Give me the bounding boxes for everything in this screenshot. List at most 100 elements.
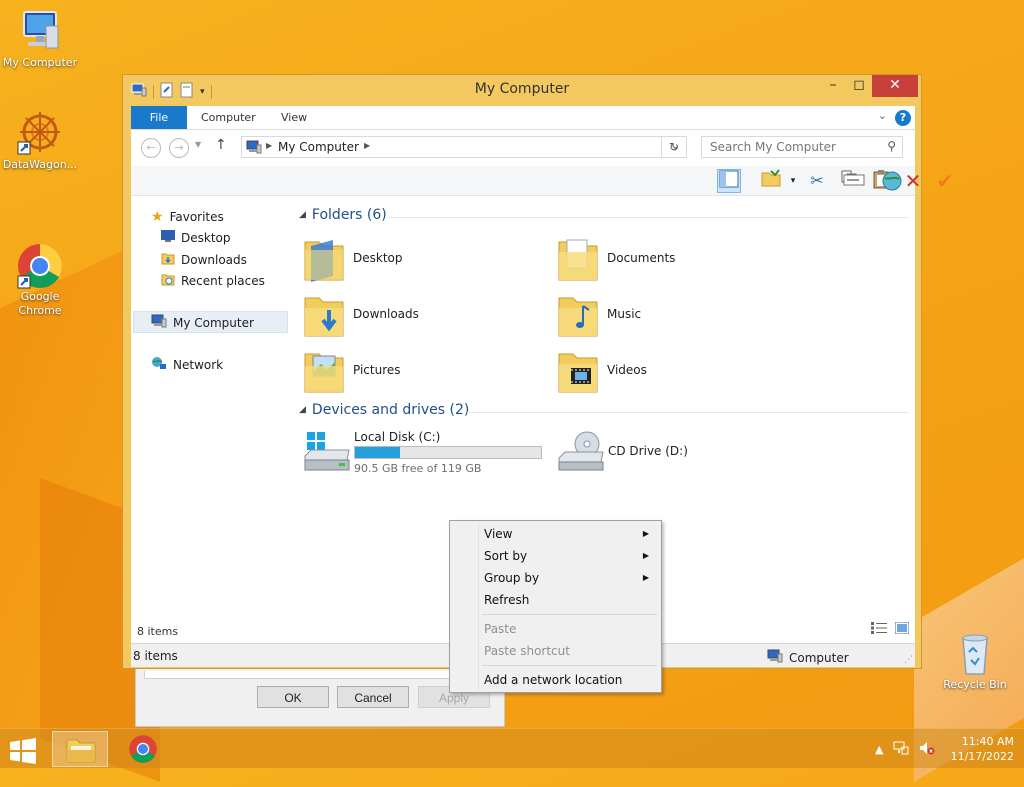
items-count-inner: 8 items — [137, 625, 179, 638]
nav-item-favorites[interactable]: ★ Favorites — [151, 209, 224, 225]
nav-item-recent-places[interactable]: Recent places — [161, 272, 265, 289]
drive-local-disk-c[interactable]: Local Disk (C:) 90.5 GB free of 119 GB — [297, 430, 547, 478]
taskbar-file-explorer[interactable] — [52, 731, 108, 767]
ok-button[interactable]: OK — [257, 686, 329, 708]
help-icon[interactable]: ? — [895, 110, 911, 126]
cancel-button[interactable]: Cancel — [337, 686, 409, 708]
show-hidden-icons-icon[interactable]: ▲ — [875, 743, 883, 756]
menu-item-group-by[interactable]: Group by ▶ — [452, 567, 659, 589]
submenu-arrow-icon: ▶ — [642, 551, 649, 560]
nav-item-downloads[interactable]: Downloads — [161, 251, 247, 268]
submenu-arrow-icon: ▶ — [642, 573, 649, 582]
address-bar[interactable]: ▶ My Computer ▶ ⌄ — [241, 136, 687, 158]
refresh-button[interactable]: ↻ — [661, 136, 687, 158]
menu-item-sort-by[interactable]: Sort by ▶ — [452, 545, 659, 567]
clock-date: 11/17/2022 — [950, 750, 1014, 763]
computer-icon — [151, 314, 167, 331]
folder-label: Documents — [607, 251, 676, 265]
forward-button[interactable]: → — [169, 138, 189, 158]
volume-muted-icon[interactable] — [919, 741, 935, 758]
folder-label: Videos — [607, 363, 647, 377]
network-globe-icon[interactable] — [881, 170, 903, 195]
breadcrumb-current[interactable]: My Computer — [278, 140, 359, 154]
recent-places-icon — [161, 272, 175, 289]
ribbon-tabs: File Computer View ⌄ ? — [131, 106, 915, 130]
checkmark-icon[interactable]: ✔ — [933, 169, 957, 193]
menu-item-add-network-location[interactable]: Add a network location — [452, 669, 659, 691]
cut-icon[interactable]: ✂ — [805, 169, 829, 193]
nav-item-desktop[interactable]: Desktop — [161, 230, 231, 245]
folder-documents[interactable]: Documents — [551, 236, 791, 286]
cd-drive-icon — [557, 430, 605, 477]
group-header-folders[interactable]: ◢ Folders (6) — [299, 207, 387, 223]
large-icons-view-icon[interactable] — [894, 621, 910, 637]
desktop-icon — [161, 230, 175, 245]
title-bar[interactable]: ▾ My Computer – ◻ ✕ — [123, 75, 921, 105]
drive-label: Local Disk (C:) — [354, 430, 441, 444]
folder-label: Desktop — [353, 251, 403, 265]
chrome-icon — [16, 228, 64, 289]
nav-item-my-computer[interactable]: My Computer — [151, 314, 254, 331]
search-icon[interactable]: ⚲ — [887, 139, 896, 153]
rename-icon[interactable] — [843, 172, 865, 191]
network-status-icon[interactable] — [893, 741, 909, 758]
drive-label: CD Drive (D:) — [608, 444, 688, 458]
breadcrumb-separator-icon[interactable]: ▶ — [266, 141, 272, 150]
menu-separator — [482, 665, 657, 666]
star-icon: ★ — [151, 209, 164, 225]
window-title: My Computer — [474, 81, 570, 97]
datawagon-logo-icon — [16, 110, 64, 156]
view-toggle — [871, 621, 910, 637]
recent-locations-chevron-icon[interactable]: ▼ — [195, 140, 201, 149]
folder-properties-icon[interactable] — [759, 169, 783, 193]
taskbar: ▲ 11:40 AM 11/17/2022 — [0, 728, 1024, 768]
menu-item-paste-shortcut[interactable]: Paste shortcut — [452, 640, 659, 662]
desktop-folder-icon — [303, 236, 345, 284]
menu-item-paste[interactable]: Paste — [452, 618, 659, 640]
desktop-icon-datawagon[interactable]: DataWagon... — [0, 110, 80, 172]
computer-icon — [767, 649, 783, 666]
folder-pictures[interactable]: Pictures — [297, 348, 537, 398]
preview-pane-icon[interactable] — [717, 169, 741, 193]
desktop-icon-label: DataWagon... — [2, 158, 78, 171]
nav-item-network[interactable]: Network — [151, 356, 223, 373]
tab-view[interactable]: View — [269, 106, 319, 129]
taskbar-google-chrome[interactable] — [115, 731, 171, 767]
drive-cd-d[interactable]: CD Drive (D:) — [551, 430, 751, 478]
folder-desktop[interactable]: Desktop — [297, 236, 537, 286]
group-header-devices[interactable]: ◢ Devices and drives (2) — [299, 402, 469, 418]
details-view-icon[interactable] — [871, 622, 887, 637]
up-button[interactable]: ↑ — [215, 137, 227, 153]
status-location: Computer — [767, 649, 849, 666]
menu-item-refresh[interactable]: Refresh — [452, 589, 659, 611]
breadcrumb-separator-icon[interactable]: ▶ — [364, 141, 370, 150]
start-button[interactable] — [4, 735, 44, 764]
downloads-folder-icon — [161, 251, 175, 268]
folder-music[interactable]: Music — [551, 292, 791, 342]
desktop-icon-my-computer[interactable]: My Computer — [0, 8, 80, 70]
status-items-count: 8 items — [133, 649, 178, 663]
tab-computer[interactable]: Computer — [189, 106, 268, 129]
ribbon-expand-icon[interactable]: ⌄ — [878, 109, 887, 122]
close-button[interactable]: ✕ — [872, 75, 918, 97]
menu-item-view[interactable]: View ▶ — [452, 523, 659, 545]
computer-icon — [16, 8, 64, 54]
maximize-button[interactable]: ◻ — [845, 75, 873, 97]
network-icon — [151, 356, 167, 373]
folder-label: Pictures — [353, 363, 401, 377]
folder-label: Downloads — [353, 307, 419, 321]
back-button[interactable]: ← — [141, 138, 161, 158]
minimize-button[interactable]: – — [819, 75, 847, 97]
system-tray: ▲ — [875, 741, 935, 758]
resize-grip-icon[interactable]: ⋰ — [904, 655, 913, 665]
desktop-icon-google-chrome[interactable]: Google Chrome — [0, 214, 80, 318]
search-input[interactable]: Search My Computer ⚲ — [701, 136, 903, 158]
drive-free-space: 90.5 GB free of 119 GB — [354, 462, 482, 475]
desktop-icon-recycle-bin[interactable]: Recycle Bin — [935, 630, 1015, 692]
taskbar-clock[interactable]: 11:40 AM 11/17/2022 — [951, 734, 1014, 764]
delete-icon[interactable]: ✕ — [901, 169, 925, 193]
folder-downloads[interactable]: Downloads — [297, 292, 537, 342]
tab-file[interactable]: File — [131, 106, 187, 129]
folder-videos[interactable]: Videos — [551, 348, 791, 398]
dropdown-chevron-icon[interactable]: ▾ — [781, 169, 805, 193]
